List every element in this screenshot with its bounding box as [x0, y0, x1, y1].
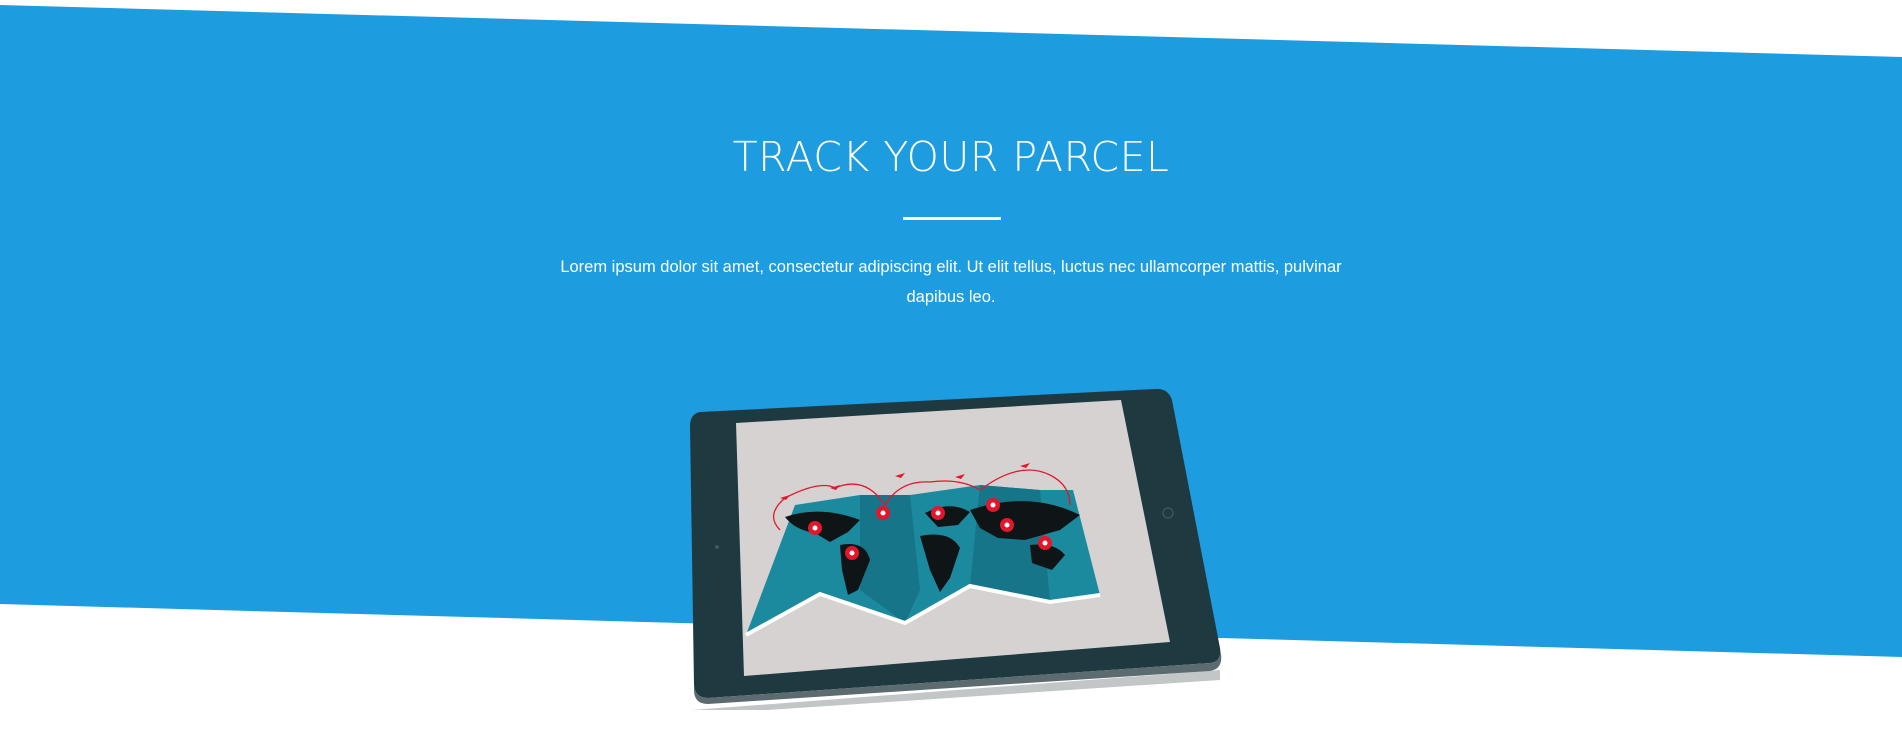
- tablet-world-map-image: [690, 388, 1222, 710]
- section-description: Lorem ipsum dolor sit amet, consectetur …: [560, 258, 1342, 306]
- tablet-image: [680, 380, 1240, 710]
- camera-dot: [715, 545, 719, 549]
- section-title: TRACK YOUR PARCEL: [732, 133, 1170, 181]
- page: TRACK YOUR PARCEL Lorem ipsum dolor sit …: [0, 0, 1902, 745]
- title-divider: [903, 217, 1001, 220]
